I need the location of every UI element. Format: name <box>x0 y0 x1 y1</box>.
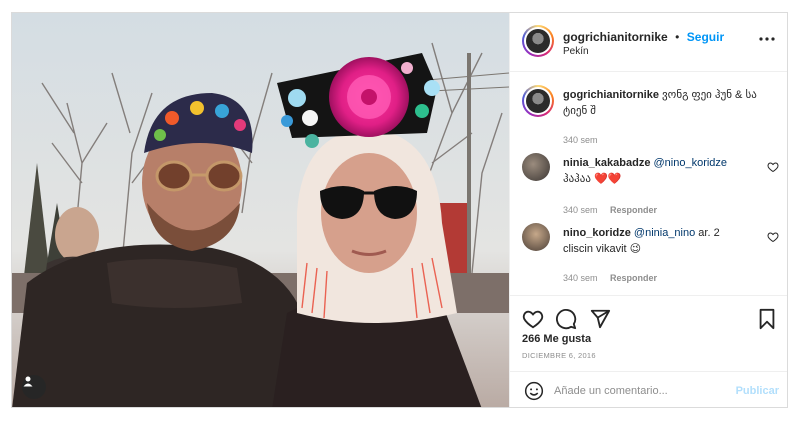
caption-block: gogrichianitornike ვონგ ფეი ჰუნ & სა ტიე… <box>510 85 787 145</box>
user-tag-icon[interactable] <box>22 375 46 399</box>
location-link[interactable]: Pekín <box>563 46 589 57</box>
dot-separator: • <box>675 30 680 44</box>
caption-time: 340 sem <box>563 135 598 145</box>
comment-input[interactable]: Añade un comentario... <box>554 385 668 397</box>
reply-button[interactable]: Responder <box>610 205 657 215</box>
emoji-icon[interactable] <box>524 381 544 401</box>
follow-button[interactable]: Seguir <box>687 30 724 44</box>
username-link[interactable]: gogrichianitornike <box>563 30 668 44</box>
bookmark-icon[interactable] <box>757 308 777 330</box>
post-header: gogrichianitornike • Seguir Pekín <box>510 13 787 72</box>
comment-item: ninia_kakabadze @nino_koridze ჰაჰაა ❤️❤️… <box>510 153 787 223</box>
post-comment-button[interactable]: Publicar <box>736 385 779 397</box>
comment-like-icon[interactable] <box>767 231 779 243</box>
heart-icon[interactable] <box>522 308 544 330</box>
commenter-avatar[interactable] <box>522 153 550 181</box>
commenter-avatar[interactable] <box>522 223 550 251</box>
comment-mention[interactable]: @nino_koridze <box>654 157 728 169</box>
more-options-icon[interactable] <box>759 37 775 41</box>
comment-text-line2: cliscin vikavit 😉 <box>563 243 642 255</box>
avatar[interactable] <box>522 25 554 57</box>
photo-illustration <box>12 13 509 407</box>
reply-button[interactable]: Responder <box>610 273 657 283</box>
comment-username[interactable]: nino_koridze <box>563 227 631 239</box>
comment-username[interactable]: ninia_kakabadze <box>563 157 650 169</box>
comment-icon[interactable] <box>555 308 577 330</box>
comment-like-icon[interactable] <box>767 161 779 173</box>
caption-avatar[interactable] <box>522 85 554 117</box>
likes-count[interactable]: 266 Me gusta <box>522 333 591 345</box>
post-sidebar: gogrichianitornike • Seguir Pekín gogric… <box>509 13 787 407</box>
comment-item: nino_koridze @ninia_nino ar. 2 cliscin v… <box>510 223 787 293</box>
post-date: DICIEMBRE 6, 2016 <box>522 351 596 360</box>
comment-text: ar. 2 <box>698 227 720 239</box>
comment-text: ჰაჰაა ❤️❤️ <box>563 173 622 185</box>
caption-username[interactable]: gogrichianitornike <box>563 89 659 101</box>
add-comment-bar: Añade un comentario... Publicar <box>510 371 787 407</box>
comment-time: 340 sem <box>563 205 598 215</box>
comment-time: 340 sem <box>563 273 598 283</box>
action-bar <box>510 295 787 330</box>
comment-mention[interactable]: @ninia_nino <box>634 227 695 239</box>
post-modal: gogrichianitornike • Seguir Pekín gogric… <box>11 12 788 408</box>
post-photo[interactable] <box>12 13 509 407</box>
paper-plane-icon[interactable] <box>589 308 611 330</box>
